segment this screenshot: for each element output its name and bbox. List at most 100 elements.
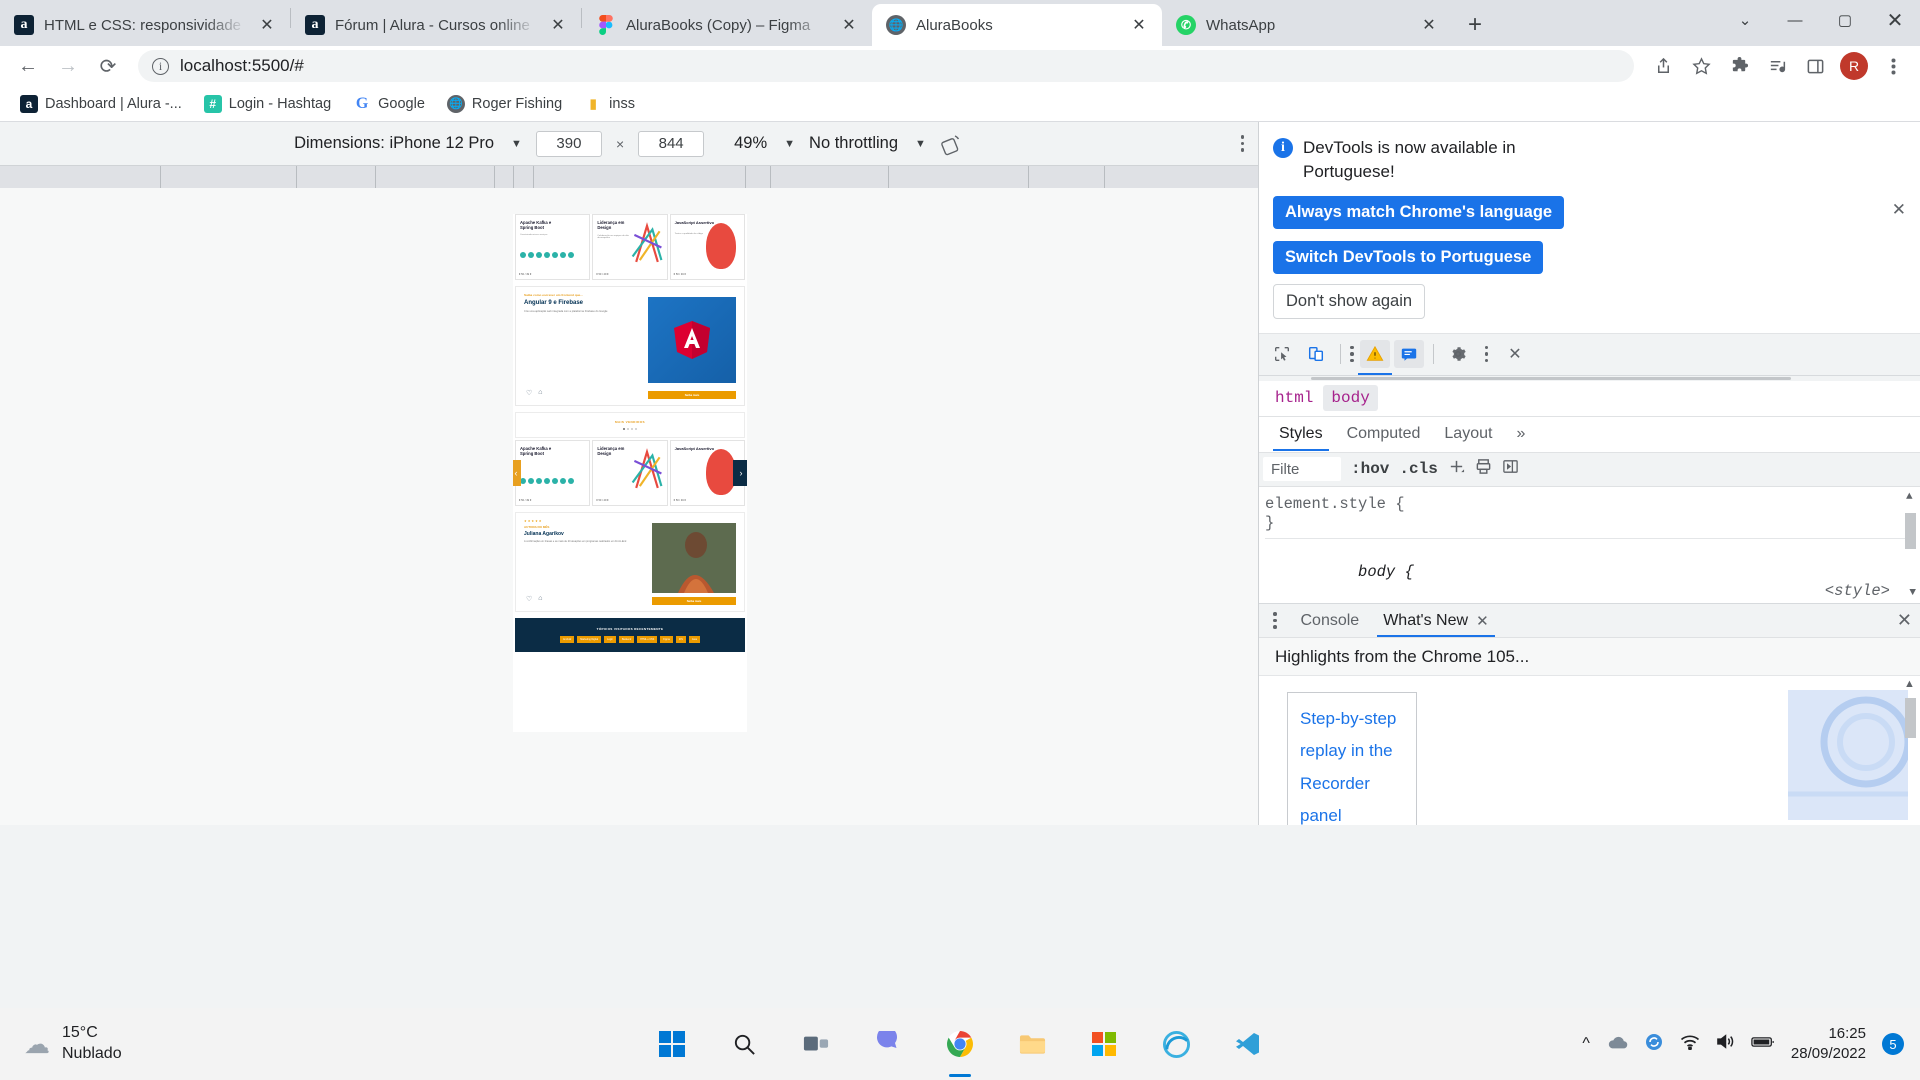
- drawer-menu-icon[interactable]: [1273, 612, 1277, 629]
- switch-to-portuguese-button[interactable]: Switch DevTools to Portuguese: [1273, 240, 1544, 274]
- book-card[interactable]: JavaScript Assertivo Testes e qualidade …: [669, 214, 745, 280]
- device-toolbar-icon[interactable]: [1301, 340, 1331, 368]
- address-bar[interactable]: i localhost:5500/#: [138, 50, 1634, 82]
- tab-close-icon[interactable]: ✕: [1128, 14, 1150, 36]
- kebab-menu-icon[interactable]: [1484, 345, 1488, 363]
- promo-section[interactable]: Saiba como escrever um frontend que... A…: [515, 286, 745, 406]
- rotate-device-icon[interactable]: [940, 132, 964, 156]
- toggle-sidebar-icon[interactable]: [1502, 458, 1519, 480]
- puzzle-icon[interactable]: [1722, 49, 1756, 83]
- chevron-down-icon[interactable]: ▼: [915, 138, 926, 150]
- heart-icon[interactable]: ♡: [526, 595, 532, 603]
- promo-button[interactable]: Saiba mais: [648, 391, 736, 399]
- styles-rules-view[interactable]: element.style { } body { <style> backgro…: [1259, 486, 1920, 603]
- vscode-icon[interactable]: [1224, 1020, 1272, 1068]
- toolbar-overflow-icon[interactable]: [1350, 345, 1354, 363]
- hover-state-button[interactable]: :hov: [1351, 460, 1389, 478]
- tab-close-icon[interactable]: ✕: [547, 14, 569, 36]
- whats-new-scrollbar-thumb[interactable]: [1905, 698, 1916, 738]
- tab-computed[interactable]: Computed: [1335, 418, 1433, 450]
- footer-tag[interactable]: Marketing Digital: [577, 636, 602, 643]
- minimize-button[interactable]: —: [1770, 0, 1820, 40]
- forward-button[interactable]: →: [50, 48, 86, 84]
- wifi-icon[interactable]: [1680, 1034, 1700, 1055]
- folder-icon[interactable]: [1008, 1020, 1056, 1068]
- close-icon[interactable]: ✕: [1892, 200, 1906, 220]
- browser-tab-2[interactable]: AluraBooks (Copy) – Figma ✕: [582, 4, 872, 46]
- footer-tag[interactable]: Figma: [660, 636, 673, 643]
- browser-tab-4[interactable]: ✆ WhatsApp ✕: [1162, 4, 1452, 46]
- close-icon[interactable]: ✕: [1476, 612, 1489, 630]
- throttling-label[interactable]: No throttling: [809, 134, 898, 153]
- css-rule-body[interactable]: body { <style> background-color: var(var…: [1265, 543, 1916, 603]
- scroll-down-arrow[interactable]: ▼: [1909, 587, 1916, 599]
- chevron-up-icon[interactable]: ^: [1582, 1035, 1590, 1053]
- book-card[interactable]: Apache Kafka e Spring Boot Construindo m…: [515, 214, 591, 280]
- breadcrumb-body[interactable]: body: [1323, 385, 1378, 412]
- carousel-dots[interactable]: [623, 428, 637, 430]
- back-button[interactable]: ←: [10, 48, 46, 84]
- tab-styles[interactable]: Styles: [1267, 418, 1335, 452]
- kebab-menu-icon[interactable]: [1876, 49, 1910, 83]
- toolbar-scrollbar[interactable]: [1259, 375, 1920, 381]
- chevron-down-icon[interactable]: ▼: [784, 138, 795, 150]
- close-drawer-icon[interactable]: ✕: [1897, 610, 1912, 631]
- device-height-input[interactable]: 844: [638, 130, 705, 157]
- author-actions[interactable]: ♡ ⌂: [526, 595, 543, 603]
- footer-tag[interactable]: Backend: [618, 636, 635, 643]
- tab-search-chevron-icon[interactable]: ⌄: [1720, 0, 1770, 40]
- browser-tab-0[interactable]: a HTML e CSS: responsividade ✕: [0, 4, 290, 46]
- author-of-month-section[interactable]: ★★★★★ AUTORA DO MÊS Juliana Agarikov A c…: [515, 512, 745, 612]
- footer-tag[interactable]: HTML e CSS: [637, 636, 658, 643]
- maximize-button[interactable]: ▢: [1820, 0, 1870, 40]
- styles-scrollbar-thumb[interactable]: [1905, 512, 1916, 549]
- bookmark-google[interactable]: G Google: [345, 91, 433, 117]
- shopping-bag-icon[interactable]: ⌂: [538, 595, 542, 603]
- footer-tag[interactable]: Android: [560, 636, 575, 643]
- new-tab-button[interactable]: +: [1458, 8, 1492, 42]
- chrome-icon[interactable]: [936, 1020, 984, 1068]
- book-card[interactable]: Liderança em Design Colaboração em equip…: [592, 214, 668, 280]
- whats-new-link[interactable]: Step-by-step replay in the Recorder pane…: [1300, 709, 1396, 825]
- close-window-button[interactable]: ✕: [1870, 0, 1920, 40]
- gear-icon[interactable]: [1443, 340, 1473, 368]
- whats-new-item[interactable]: Step-by-step replay in the Recorder pane…: [1287, 692, 1417, 825]
- teams-icon[interactable]: [864, 1020, 912, 1068]
- carousel-next-button[interactable]: ›: [733, 460, 747, 486]
- breadcrumb-html[interactable]: html: [1267, 385, 1321, 411]
- bookmark-login-hashtag[interactable]: # Login - Hashtag: [196, 91, 339, 117]
- battery-icon[interactable]: [1751, 1035, 1775, 1054]
- windows-logo-icon[interactable]: [648, 1020, 696, 1068]
- edge-icon[interactable]: [1152, 1020, 1200, 1068]
- side-panel-icon[interactable]: [1798, 49, 1832, 83]
- tab-close-icon[interactable]: ✕: [1418, 14, 1440, 36]
- bookmark-dashboard-alura[interactable]: a Dashboard | Alura -...: [12, 91, 190, 117]
- close-devtools-icon[interactable]: ✕: [1500, 340, 1530, 368]
- bookmark-inss[interactable]: ▮ inss: [576, 91, 643, 117]
- class-toggle-button[interactable]: .cls: [1399, 460, 1437, 478]
- shopping-bag-icon[interactable]: ⌂: [538, 389, 542, 397]
- author-button[interactable]: Saiba mais: [652, 597, 736, 605]
- reload-button[interactable]: ⟳: [90, 48, 126, 84]
- profile-avatar[interactable]: R: [1840, 52, 1868, 80]
- tab-whats-new[interactable]: What's New ✕: [1373, 606, 1498, 637]
- search-icon[interactable]: [720, 1020, 768, 1068]
- notification-badge[interactable]: 5: [1882, 1033, 1904, 1055]
- whats-new-content[interactable]: Step-by-step replay in the Recorder pane…: [1259, 676, 1920, 825]
- task-view-icon[interactable]: [792, 1020, 840, 1068]
- star-icon[interactable]: [1684, 49, 1718, 83]
- warning-triangle-icon[interactable]: [1359, 340, 1390, 369]
- info-icon[interactable]: i: [152, 57, 169, 75]
- always-match-language-button[interactable]: Always match Chrome's language: [1273, 195, 1565, 229]
- footer-tag[interactable]: iOS: [675, 636, 686, 643]
- browser-tab-1[interactable]: a Fórum | Alura - Cursos online ✕: [291, 4, 581, 46]
- volume-icon[interactable]: [1716, 1033, 1735, 1055]
- tab-close-icon[interactable]: ✕: [256, 14, 278, 36]
- footer-tag[interactable]: Login: [604, 636, 616, 643]
- bookmark-roger-fishing[interactable]: 🌐 Roger Fishing: [439, 91, 570, 117]
- book-card[interactable]: Apache Kafka e Spring Boot € 50 / 49 €: [515, 440, 591, 506]
- plus-icon[interactable]: [1448, 458, 1465, 480]
- heart-icon[interactable]: ♡: [526, 389, 532, 397]
- dont-show-again-button[interactable]: Don't show again: [1273, 283, 1426, 319]
- footer-tag[interactable]: Java: [688, 636, 700, 643]
